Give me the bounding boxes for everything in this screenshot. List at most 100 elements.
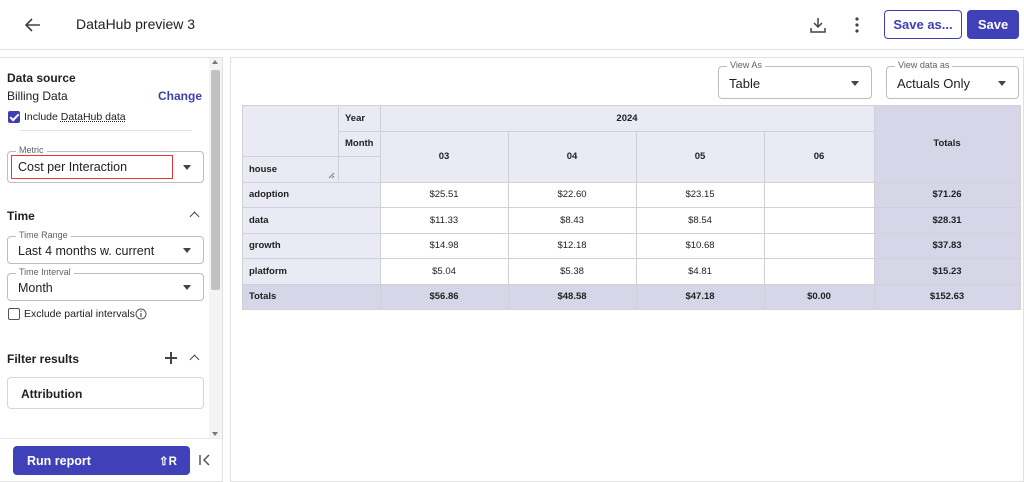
scrollbar-thumb[interactable] [211, 70, 220, 290]
run-report-button[interactable]: Run report ⇧R [13, 446, 190, 475]
row-total-cell: $71.26 [873, 181, 1021, 208]
collapse-time-icon[interactable] [189, 211, 200, 222]
empty-header-cell [338, 156, 381, 183]
table-cell: $12.18 [507, 232, 637, 259]
time-interval-value: Month [18, 281, 53, 295]
include-datahub-checkbox[interactable] [8, 111, 20, 123]
table-cell: $11.33 [379, 207, 509, 234]
pivot-table: Year 2024 Totals Month 03 04 05 06 house… [242, 105, 1021, 310]
download-button[interactable] [805, 12, 831, 38]
chevron-down-icon [183, 248, 191, 253]
exclude-partial-checkbox[interactable] [8, 308, 20, 320]
metric-select[interactable]: Metric Cost per Interaction [7, 145, 204, 183]
row-total-cell: $15.23 [873, 258, 1021, 285]
save-as-button[interactable]: Save as... [884, 10, 962, 39]
exclude-partial-label: Exclude partial intervals [24, 308, 135, 320]
view-as-select[interactable]: View As Table [718, 60, 872, 99]
table-cell: $14.98 [379, 232, 509, 259]
include-datahub-label: Include DataHub data [24, 111, 126, 123]
download-icon [810, 18, 826, 33]
year-header: 2024 [379, 105, 875, 132]
totals-column-header: Totals [873, 105, 1021, 183]
column-total-cell: $48.58 [507, 283, 637, 310]
view-as-value: Table [729, 76, 761, 91]
resize-handle-icon[interactable] [328, 172, 335, 179]
row-total-cell: $37.83 [873, 232, 1021, 259]
chevron-down-icon [851, 81, 859, 86]
year-label: Year [338, 105, 381, 132]
time-interval-select[interactable]: Time Interval Month [7, 267, 204, 301]
table-cell: $22.60 [507, 181, 637, 208]
metric-value: Cost per Interaction [18, 160, 128, 174]
filter-item-label: Attribution [21, 387, 83, 401]
time-interval-label: Time Interval [16, 267, 74, 277]
row-label: growth [242, 232, 381, 259]
column-total-cell: $47.18 [635, 283, 765, 310]
table-cell [763, 258, 875, 285]
table-cell: $4.81 [635, 258, 765, 285]
row-label: data [242, 207, 381, 234]
table-cell: $23.15 [635, 181, 765, 208]
scroll-up-icon[interactable] [212, 60, 218, 64]
view-data-as-value: Actuals Only [897, 76, 970, 91]
info-icon[interactable] [135, 308, 147, 320]
arrow-left-icon [25, 18, 40, 32]
column-total-cell: $0.00 [763, 283, 875, 310]
table-cell [763, 181, 875, 208]
table-cell [763, 232, 875, 259]
change-data-source-link[interactable]: Change [158, 89, 202, 103]
table-cell: $5.38 [507, 258, 637, 285]
view-data-as-select[interactable]: View data as Actuals Only [886, 60, 1019, 99]
row-dimension-header[interactable]: house [242, 156, 339, 183]
collapse-panel-icon[interactable] [198, 453, 212, 467]
more-options-button[interactable] [844, 12, 870, 38]
collapse-filter-icon[interactable] [189, 354, 200, 365]
divider [20, 130, 192, 131]
month-header: 05 [635, 130, 765, 183]
totals-row-label: Totals [242, 283, 381, 310]
view-data-as-label: View data as [895, 60, 953, 70]
time-range-value: Last 4 months w. current [18, 244, 155, 258]
row-label: adoption [242, 181, 381, 208]
chevron-down-icon [998, 81, 1006, 86]
table-row: platform $5.04 $5.38 $4.81 $15.23 [242, 258, 1021, 285]
page-title: DataHub preview 3 [76, 16, 196, 32]
table-cell: $10.68 [635, 232, 765, 259]
data-source-title: Data source [7, 71, 76, 85]
metric-label: Metric [16, 145, 47, 155]
chevron-down-icon [183, 165, 191, 170]
table-cell: $25.51 [379, 181, 509, 208]
view-as-label: View As [727, 60, 765, 70]
table-row: adoption $25.51 $22.60 $23.15 $71.26 [242, 181, 1021, 208]
month-label: Month [338, 130, 381, 157]
run-report-bar: Run report ⇧R [0, 438, 222, 481]
more-vertical-icon [855, 17, 859, 33]
back-button[interactable] [20, 12, 46, 38]
month-header: 04 [507, 130, 637, 183]
report-settings-panel: Data source Billing Data Change Include … [0, 57, 223, 482]
datahub-data-link[interactable]: DataHub data [61, 111, 126, 123]
filter-item-attribution[interactable]: Attribution [7, 377, 204, 409]
panel-scrollbar[interactable] [209, 58, 222, 438]
column-total-cell: $56.86 [379, 283, 509, 310]
app-header: DataHub preview 3 Save as... Save [0, 0, 1024, 50]
run-report-shortcut: ⇧R [159, 456, 177, 468]
table-cell: $8.43 [507, 207, 637, 234]
chevron-down-icon [183, 285, 191, 290]
totals-row: Totals $56.86 $48.58 $47.18 $0.00 $152.6… [242, 283, 1021, 310]
add-filter-icon[interactable] [165, 352, 177, 364]
row-dimension-label: house [249, 163, 277, 175]
run-report-label: Run report [27, 453, 91, 468]
table-cell: $5.04 [379, 258, 509, 285]
time-range-label: Time Range [16, 230, 71, 240]
scroll-down-icon[interactable] [212, 432, 218, 436]
filter-results-title: Filter results [7, 352, 80, 366]
table-cell [763, 207, 875, 234]
pivot-corner-cell [242, 105, 339, 157]
grand-total-cell: $152.63 [873, 283, 1021, 310]
row-total-cell: $28.31 [873, 207, 1021, 234]
table-cell: $8.54 [635, 207, 765, 234]
time-range-select[interactable]: Time Range Last 4 months w. current [7, 230, 204, 264]
save-button[interactable]: Save [967, 10, 1019, 39]
time-section-title: Time [7, 209, 35, 223]
